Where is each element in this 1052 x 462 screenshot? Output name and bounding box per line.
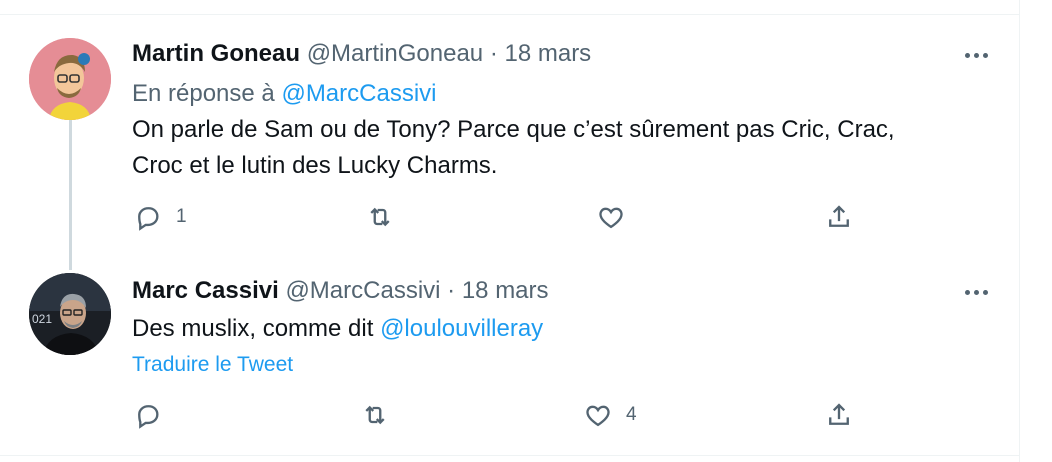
divider-bottom xyxy=(0,455,1020,456)
tweet-text-prefix: Des muslix, comme dit xyxy=(132,315,374,342)
share-icon xyxy=(829,205,849,227)
reply-icon xyxy=(138,405,159,429)
separator-dot: · xyxy=(489,40,498,67)
reply-count: 1 xyxy=(176,206,187,227)
reply-mention-link[interactable]: @MarcCassivi xyxy=(281,80,436,107)
divider-top xyxy=(0,14,1020,15)
reply-icon xyxy=(138,207,159,231)
avatar-marc-cassivi[interactable]: 021 xyxy=(29,273,111,355)
share-button[interactable] xyxy=(825,203,853,231)
thread-connector-line xyxy=(69,120,72,270)
more-options-icon[interactable] xyxy=(958,282,994,302)
svg-text:021: 021 xyxy=(32,312,52,326)
reply-prefix: En réponse à xyxy=(132,80,275,107)
tweet-text-line: On parle de Sam ou de Tony? Parce que c’… xyxy=(132,116,895,143)
tweet-header: Marc Cassivi @MarcCassivi · 18 mars xyxy=(132,276,549,306)
reply-button[interactable] xyxy=(134,401,176,429)
tweet-header: Martin Goneau @MartinGoneau · 18 mars xyxy=(132,39,591,69)
tweet-text: Des muslix, comme dit @loulouvilleray xyxy=(132,311,543,347)
retweet-button[interactable] xyxy=(366,203,408,231)
user-handle[interactable]: @MarcCassivi xyxy=(285,277,440,304)
translate-tweet-link[interactable]: Traduire le Tweet xyxy=(132,352,293,378)
mention-link[interactable]: @loulouvilleray xyxy=(380,315,543,342)
tweet-text-line: Croc et le lutin des Lucky Charms. xyxy=(132,152,498,179)
share-icon xyxy=(829,403,849,425)
retweet-button[interactable] xyxy=(361,401,403,429)
like-count: 4 xyxy=(626,404,637,425)
retweet-icon xyxy=(370,207,390,227)
display-name[interactable]: Marc Cassivi xyxy=(132,277,279,304)
tweet-text: On parle de Sam ou de Tony? Parce que c’… xyxy=(132,112,895,184)
like-button[interactable] xyxy=(597,203,639,231)
like-button[interactable]: 4 xyxy=(584,401,637,429)
tweet-date[interactable]: 18 mars xyxy=(504,40,591,67)
heart-icon xyxy=(599,207,623,229)
share-button[interactable] xyxy=(825,401,853,429)
tweet-date[interactable]: 18 mars xyxy=(462,277,549,304)
retweet-icon xyxy=(365,405,385,425)
reply-button[interactable]: 1 xyxy=(134,203,187,231)
heart-icon xyxy=(586,405,610,427)
reply-context: En réponse à @MarcCassivi xyxy=(132,79,437,109)
more-options-icon[interactable] xyxy=(958,45,994,65)
user-handle[interactable]: @MartinGoneau xyxy=(307,40,483,67)
display-name[interactable]: Martin Goneau xyxy=(132,40,300,67)
tweet-thread-panel: Martin Goneau @MartinGoneau · 18 mars En… xyxy=(0,0,1020,462)
separator-dot: · xyxy=(447,277,456,304)
avatar-martin-goneau[interactable] xyxy=(29,38,111,120)
